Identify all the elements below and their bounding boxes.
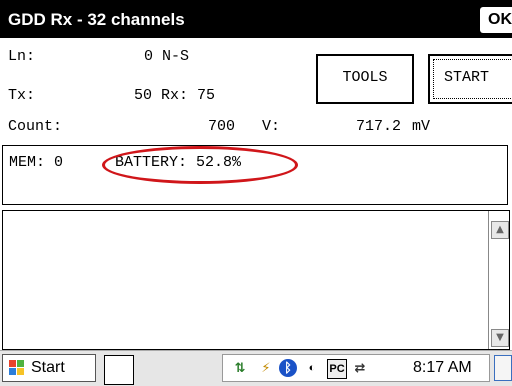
network-icon[interactable]: ⇅ bbox=[231, 359, 249, 377]
ln-label: Ln: bbox=[8, 48, 36, 65]
tx-label: Tx: bbox=[8, 87, 36, 104]
system-tray: ⇅ ⚡ ᛒ ◐ PC ⇄ 8:17 AM bbox=[222, 354, 490, 382]
scroll-down-icon[interactable]: ▼ bbox=[491, 329, 509, 347]
mem-status: MEM: 0 bbox=[9, 154, 64, 171]
input-panel-button[interactable] bbox=[104, 355, 134, 385]
count-label: Count: bbox=[8, 118, 63, 135]
voltage-value: 717.2 bbox=[356, 118, 402, 135]
output-list[interactable]: ▲ ▼ bbox=[2, 210, 510, 350]
start-button[interactable]: START bbox=[428, 54, 512, 104]
power-plug-icon[interactable]: ⚡ bbox=[257, 359, 275, 377]
title-bar: GDD Rx - 32 channels OK bbox=[0, 0, 512, 38]
clock[interactable]: 8:17 AM bbox=[413, 359, 472, 377]
ok-button[interactable]: OK bbox=[480, 7, 512, 33]
windows-flag-icon bbox=[9, 360, 25, 376]
tx-rx-value: 50 Rx: 75 bbox=[134, 87, 216, 104]
pc-connection-icon[interactable]: PC bbox=[327, 359, 347, 379]
count-value: 700 bbox=[208, 118, 236, 135]
taskbar: Start ⇅ ⚡ ᛒ ◐ PC ⇄ 8:17 AM bbox=[0, 350, 512, 386]
start-label: Start bbox=[31, 359, 65, 376]
scroll-up-icon[interactable]: ▲ bbox=[491, 221, 509, 239]
sync-icon[interactable]: ⇄ bbox=[351, 359, 369, 377]
taskbar-start-button[interactable]: Start bbox=[2, 354, 96, 382]
voltage-label: V: bbox=[262, 118, 281, 135]
battery-highlight-ellipse bbox=[102, 146, 298, 184]
window-title: GDD Rx - 32 channels bbox=[8, 10, 185, 29]
start-button-label: START bbox=[444, 69, 490, 86]
tools-button[interactable]: TOOLS bbox=[316, 54, 414, 104]
bluetooth-icon[interactable]: ᛒ bbox=[279, 359, 297, 377]
voltage-unit: mV bbox=[412, 118, 431, 135]
tools-button-label: TOOLS bbox=[342, 69, 388, 86]
vertical-scrollbar[interactable]: ▲ ▼ bbox=[488, 211, 509, 349]
volume-icon[interactable]: ◐ bbox=[303, 359, 321, 377]
ln-value: 0 N-S bbox=[144, 48, 190, 65]
file-explorer-icon[interactable] bbox=[494, 355, 512, 381]
